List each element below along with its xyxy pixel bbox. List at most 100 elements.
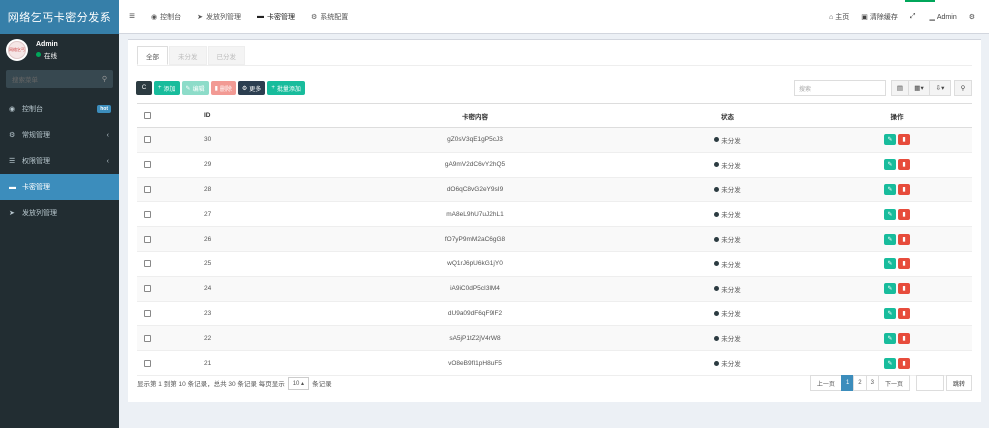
status-label: 未分发 xyxy=(721,187,741,195)
table-row[interactable]: 24 iA9iC0dP5cI3lM4 未分发 ✎ ▮ xyxy=(137,276,972,302)
delete-row-button[interactable]: ▮ xyxy=(898,357,910,369)
batch-add-button[interactable]: + 批量添加 xyxy=(267,81,305,95)
top-nav-item[interactable]: ➤ 发放列管理 xyxy=(189,12,249,22)
jump-page-input[interactable] xyxy=(915,375,944,391)
delete-row-button[interactable]: ▮ xyxy=(898,283,910,295)
sidebar-item[interactable]: ➤ 发放列管理 xyxy=(0,200,119,226)
page-button[interactable]: 2 xyxy=(853,375,867,391)
edit-row-button[interactable]: ✎ xyxy=(884,307,896,319)
table-row[interactable]: 29 gA9mV2dC6vY2hQ5 未分发 ✎ ▮ xyxy=(137,153,972,178)
add-label: 添加 xyxy=(163,86,176,93)
table-search-input[interactable]: 搜索 xyxy=(794,80,886,96)
edit-row-button[interactable]: ✎ xyxy=(884,357,896,369)
row-checkbox[interactable] xyxy=(143,285,151,293)
delete-row-button[interactable]: ▮ xyxy=(898,159,910,171)
sidebar-item[interactable]: ▬ 卡密管理 xyxy=(0,174,119,200)
table-row[interactable]: 22 sA5jP1tZ2jV4rW8 未分发 ✎ ▮ xyxy=(137,326,972,352)
header-id[interactable]: ID xyxy=(157,112,257,119)
sidebar-item[interactable]: ⚙ 常规管理 ‹ xyxy=(0,122,119,148)
add-button[interactable]: + 添加 xyxy=(154,81,180,95)
row-checkbox[interactable] xyxy=(143,210,151,218)
sidebar-item[interactable]: ☰ 权限管理 ‹ xyxy=(0,148,119,174)
brand-title[interactable]: 网络乞丐卡密分发系 xyxy=(0,0,119,34)
card-icon: ▬ xyxy=(9,183,16,191)
row-checkbox[interactable] xyxy=(143,309,151,317)
settings-icon[interactable]: ⚙ xyxy=(963,13,983,21)
edit-row-button[interactable]: ✎ xyxy=(884,183,896,195)
edit-button[interactable]: ✎ 编辑 xyxy=(181,81,209,95)
clear-cache-link[interactable]: ▣ 清除缓存 xyxy=(855,12,904,22)
row-checkbox[interactable] xyxy=(143,359,151,367)
delete-row-button[interactable]: ▮ xyxy=(898,134,910,146)
header-status: 状态 xyxy=(721,113,734,121)
edit-row-button[interactable]: ✎ xyxy=(884,258,896,270)
table-row[interactable]: 23 dU9a09dF6qF9lF2 未分发 ✎ ▮ xyxy=(137,302,972,327)
filter-tab[interactable]: 未分发 xyxy=(169,46,207,65)
fullscreen-icon[interactable]: ⤢ xyxy=(904,13,924,21)
edit-row-button[interactable]: ✎ xyxy=(884,134,896,146)
filter-tab[interactable]: 已分发 xyxy=(207,46,245,65)
status-label: 未分发 xyxy=(721,162,741,170)
status-dot-icon xyxy=(714,310,720,316)
table-row[interactable]: 25 wQ1rJ6pU6kG1jY0 未分发 ✎ ▮ xyxy=(137,252,972,277)
sidebar-item[interactable]: ◉ 控制台 hot xyxy=(0,96,119,122)
delete-row-button[interactable]: ▮ xyxy=(898,208,910,220)
select-all-checkbox[interactable] xyxy=(143,112,151,119)
table-row[interactable]: 26 fO7yP9mM2aC6gG8 未分发 ✎ ▮ xyxy=(137,227,972,252)
row-checkbox[interactable] xyxy=(143,235,151,243)
sidebar-search-input[interactable]: 搜索菜单 ⚲ xyxy=(6,70,113,88)
sidebar-item-label: 卡密管理 xyxy=(22,184,50,191)
edit-row-button[interactable]: ✎ xyxy=(884,233,896,245)
row-checkbox[interactable] xyxy=(143,260,151,268)
user-menu[interactable]: ▁ Admin xyxy=(923,13,962,22)
card-view-icon[interactable]: ▤ xyxy=(891,80,909,96)
page-button[interactable]: 1 xyxy=(840,375,855,391)
export-dropdown-icon[interactable]: ⇩▾ xyxy=(929,80,951,96)
top-nav-item[interactable]: ◉ 控制台 xyxy=(143,12,189,22)
cell-op: ✎ ▮ xyxy=(822,208,972,220)
status-dot-icon xyxy=(714,261,720,267)
home-link[interactable]: ⌂ 主页 xyxy=(823,12,855,22)
edit-row-button[interactable]: ✎ xyxy=(884,332,896,344)
columns-dropdown-icon[interactable]: ▦▾ xyxy=(908,80,930,96)
cogs-icon: ⚙ xyxy=(9,132,16,139)
search-icon[interactable]: ⚲ xyxy=(102,75,107,83)
refresh-button[interactable]: C xyxy=(136,81,152,95)
page-size-select[interactable]: 10 ▴ xyxy=(287,376,310,390)
more-button[interactable]: ⚙ 更多 xyxy=(237,81,266,95)
delete-row-button[interactable]: ▮ xyxy=(898,332,910,344)
row-check-cell xyxy=(137,334,157,342)
edit-row-button[interactable]: ✎ xyxy=(884,208,896,220)
sidebar-toggle-icon[interactable]: ≡ xyxy=(121,11,143,22)
page-button[interactable]: 3 xyxy=(865,375,879,391)
filter-tab[interactable]: 全部 xyxy=(137,46,168,65)
jump-button[interactable]: 跳转 xyxy=(945,375,972,391)
row-checkbox[interactable] xyxy=(143,185,151,193)
sidebar-item-label: 发放列管理 xyxy=(22,210,57,217)
delete-row-button[interactable]: ▮ xyxy=(898,233,910,245)
advanced-search-icon[interactable]: ⚲ xyxy=(954,80,972,96)
edit-row-button[interactable]: ✎ xyxy=(884,283,896,295)
delete-row-button[interactable]: ▮ xyxy=(898,307,910,319)
app: 网络乞丐卡密分发系 网络乞丐 Admin 在线 搜索菜单 ⚲ ◉ 控制台 hot ⚙ 常… xyxy=(0,0,989,428)
next-page-button[interactable]: 下一页 xyxy=(877,375,910,391)
delete-button[interactable]: ▮ 删除 xyxy=(210,81,236,95)
prev-page-button[interactable]: 上一页 xyxy=(809,375,842,391)
table-row[interactable]: 28 dO6qC8vG2eY9sI9 未分发 ✎ ▮ xyxy=(137,177,972,203)
cell-status: 未分发 xyxy=(633,184,822,194)
row-checkbox[interactable] xyxy=(143,334,151,342)
top-nav-item[interactable]: ▬ 卡密管理 xyxy=(249,12,303,22)
top-nav-item[interactable]: ⚙ 系统配置 xyxy=(303,12,356,22)
cell-card: gZ0sV3qE1gP5cJ3 xyxy=(447,136,503,144)
delete-row-button[interactable]: ▮ xyxy=(898,183,910,195)
row-checkbox[interactable] xyxy=(143,161,151,169)
table-row[interactable]: 30 gZ0sV3qE1gP5cJ3 未分发 ✎ ▮ xyxy=(137,128,972,153)
row-checkbox[interactable] xyxy=(143,136,151,144)
table-row[interactable]: 27 mA8eL9hU7uJ2hL1 未分发 ✎ ▮ xyxy=(137,202,972,228)
avatar: 网络乞丐 xyxy=(6,39,28,61)
cell-id: 30 xyxy=(204,136,212,144)
edit-row-button[interactable]: ✎ xyxy=(884,159,896,171)
delete-row-button[interactable]: ▮ xyxy=(898,258,910,270)
table-row[interactable]: 21 vO8eB9fI1pH8uF5 未分发 ✎ ▮ xyxy=(137,351,972,376)
cell-id: 26 xyxy=(204,235,212,243)
